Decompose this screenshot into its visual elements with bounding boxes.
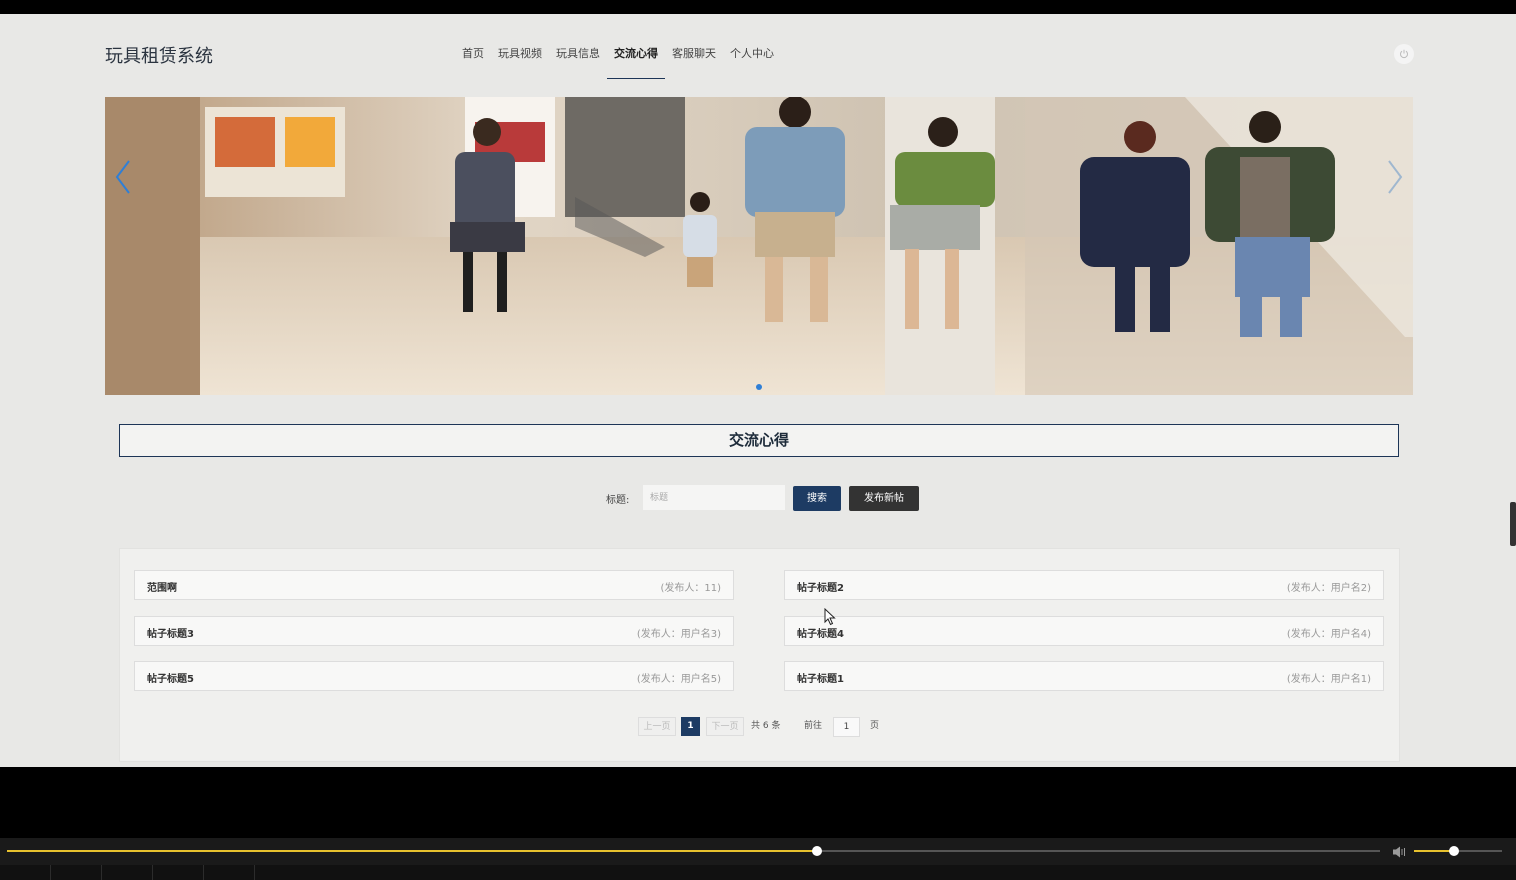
post-author: (发布人：用户名3) [636,629,721,640]
volume-slider-level [1414,850,1454,852]
volume-slider[interactable] [1414,846,1502,856]
web-page: 玩具租赁系统 首页 玩具视频 玩具信息 交流心得 客服聊天 个人中心 交流心得 … [0,14,1516,767]
seek-bar-progress [7,850,818,852]
post-author: (发布人：用户名4) [1286,629,1371,640]
nav-item-toy-videos[interactable]: 玩具视频 [491,45,549,79]
next-page-button[interactable]: 下一页 [706,717,744,736]
post-title: 范围啊 [147,583,177,594]
prev-page-button[interactable]: 上一页 [638,717,676,736]
post-title: 帖子标题2 [797,583,844,594]
divider [101,865,102,880]
logout-button[interactable] [1394,44,1414,64]
banner-carousel[interactable] [105,97,1413,395]
banner-image [105,97,1413,395]
carousel-indicator-dot[interactable] [756,384,762,390]
search-button[interactable]: 搜索 [793,486,841,511]
post-item[interactable]: 帖子标题1 (发布人：用户名1) [784,661,1384,691]
post-title: 帖子标题1 [797,674,844,685]
chevron-right-icon [1388,160,1403,194]
divider [203,865,204,880]
chevron-left-icon [115,160,130,194]
volume-button[interactable] [1392,844,1408,863]
seek-bar-handle[interactable] [812,846,823,856]
search-title-label: 标题: [606,495,630,506]
post-title: 帖子标题3 [147,629,194,640]
post-title: 帖子标题5 [147,674,194,685]
power-icon [1400,49,1408,59]
goto-label: 前往 [804,721,823,731]
divider [254,865,255,880]
divider [152,865,153,880]
volume-slider-handle[interactable] [1448,846,1459,856]
post-author: (发布人：用户名1) [1286,674,1371,685]
main-nav: 首页 玩具视频 玩具信息 交流心得 客服聊天 个人中心 [455,45,781,79]
page-suffix-label: 页 [870,721,880,731]
post-item[interactable]: 帖子标题4 (发布人：用户名4) [784,616,1384,646]
nav-item-customer-chat[interactable]: 客服聊天 [665,45,723,79]
post-title: 帖子标题4 [797,629,844,640]
mouse-cursor-icon [824,608,836,626]
post-item[interactable]: 帖子标题5 (发布人：用户名5) [134,661,734,691]
total-count: 共 6 条 [751,721,781,731]
search-title-input[interactable] [643,485,785,510]
post-item[interactable]: 帖子标题2 (发布人：用户名2) [784,570,1384,600]
carousel-prev-arrow[interactable] [111,157,135,197]
post-item[interactable]: 范围啊 (发布人：11) [134,570,734,600]
page-scrollbar-handle[interactable] [1510,502,1516,546]
seek-bar[interactable] [7,846,1380,856]
post-item[interactable]: 帖子标题3 (发布人：用户名3) [134,616,734,646]
site-title[interactable]: 玩具租赁系统 [105,42,213,68]
new-post-button[interactable]: 发布新帖 [849,486,919,511]
post-author: (发布人：11) [660,583,721,594]
nav-item-home[interactable]: 首页 [455,45,491,79]
nav-item-personal-center[interactable]: 个人中心 [723,45,781,79]
volume-icon [1393,846,1405,858]
nav-item-toy-info[interactable]: 玩具信息 [549,45,607,79]
carousel-next-arrow[interactable] [1383,157,1407,197]
page-1-button[interactable]: 1 [681,717,700,736]
player-bottom-bar [0,865,1516,880]
section-title: 交流心得 [119,424,1399,457]
post-author: (发布人：用户名5) [636,674,721,685]
video-player-controls [0,838,1516,880]
top-black-bar [0,0,1516,14]
page-jump-input[interactable]: 1 [833,717,860,737]
nav-item-forum[interactable]: 交流心得 [607,45,665,79]
post-author: (发布人：用户名2) [1286,583,1371,594]
divider [50,865,51,880]
